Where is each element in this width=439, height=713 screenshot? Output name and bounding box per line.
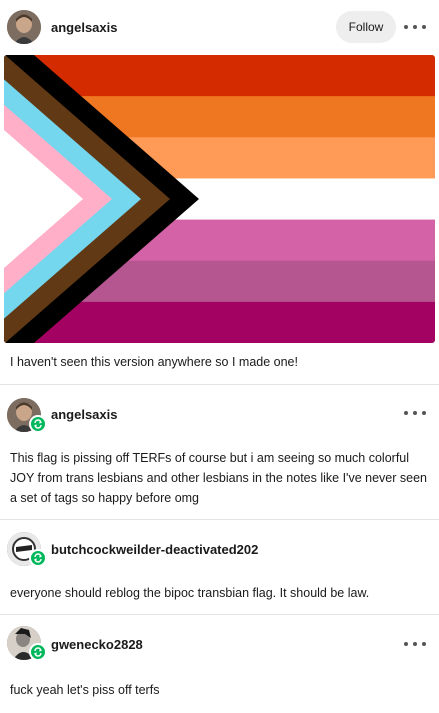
flag-graphic	[4, 55, 435, 343]
more-options-icon[interactable]	[404, 637, 426, 651]
reblog-username[interactable]: gwenecko2828	[51, 637, 143, 652]
avatar[interactable]	[7, 10, 41, 44]
divider	[0, 384, 439, 385]
reblog-text: This flag is pissing off TERFs of course…	[10, 451, 427, 505]
reblog-icon	[29, 643, 47, 661]
flag-image	[4, 55, 435, 343]
reblog-username[interactable]: butchcockweilder-deactivated202	[51, 542, 258, 557]
post-caption: I haven't seen this version anywhere so …	[10, 355, 298, 369]
reblog-icon	[29, 415, 47, 433]
post-header: angelsaxis Follow	[0, 0, 439, 54]
reblog-icon	[29, 549, 47, 567]
reblog-text: everyone should reblog the bipoc transbi…	[10, 586, 370, 600]
more-options-icon[interactable]	[404, 20, 426, 34]
reblog-username[interactable]: angelsaxis	[51, 407, 118, 422]
reblog-text: fuck yeah let's piss off terfs	[10, 683, 160, 697]
post-author[interactable]: angelsaxis	[51, 20, 118, 35]
follow-button[interactable]: Follow	[336, 11, 396, 43]
divider	[0, 614, 439, 615]
avatar-image	[7, 10, 41, 44]
divider	[0, 519, 439, 520]
more-options-icon[interactable]	[404, 406, 426, 420]
